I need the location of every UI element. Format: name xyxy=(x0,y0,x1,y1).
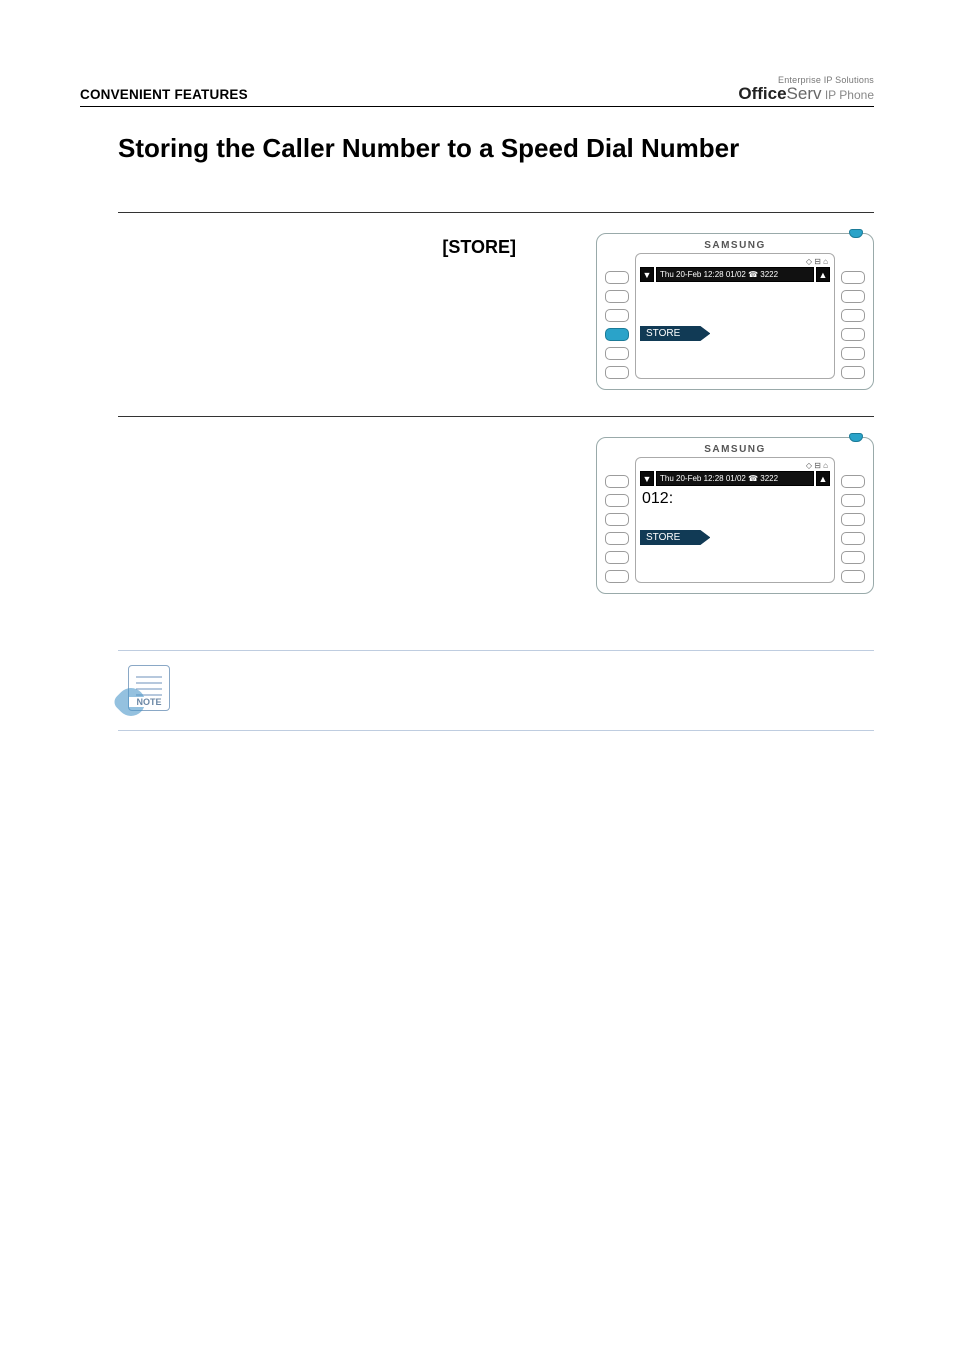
status-icons: ◇ ⊟ ⌂ xyxy=(640,256,830,267)
left-softkeys xyxy=(605,253,629,379)
softkey-r3[interactable] xyxy=(841,513,865,526)
info-bar: ▼ Thu 20-Feb 12:28 01/02 ☎ 3222 ▲ xyxy=(640,267,830,282)
left-softkeys xyxy=(605,457,629,583)
softkey-r3[interactable] xyxy=(841,309,865,322)
page-header: CONVENIENT FEATURES Enterprise IP Soluti… xyxy=(80,76,874,107)
info-bar: ▼ Thu 20-Feb 12:28 01/02 ☎ 3222 ▲ xyxy=(640,471,830,486)
brand-suffix: IP Phone xyxy=(822,88,875,102)
scroll-up-icon[interactable]: ▲ xyxy=(816,267,830,282)
phone-led-icon xyxy=(849,229,863,238)
section-name: CONVENIENT FEATURES xyxy=(80,87,248,102)
brand-block: Enterprise IP Solutions OfficeServ IP Ph… xyxy=(738,76,874,102)
brand-bold: Office xyxy=(738,84,786,103)
scroll-down-icon[interactable]: ▼ xyxy=(640,471,654,486)
softkey-l6[interactable] xyxy=(605,366,629,379)
info-line: Thu 20-Feb 12:28 01/02 ☎ 3222 xyxy=(656,267,814,282)
softkey-l2[interactable] xyxy=(605,290,629,303)
page-title: Storing the Caller Number to a Speed Dia… xyxy=(118,133,874,164)
note-block: NOTE xyxy=(118,650,874,731)
store-softlabel[interactable]: STORE xyxy=(640,326,710,341)
instruction-row: [STORE] SAMSUNG xyxy=(118,212,874,416)
softkey-l3[interactable] xyxy=(605,309,629,322)
brand-main-line: OfficeServ IP Phone xyxy=(738,85,874,102)
step-label: [STORE] xyxy=(118,237,566,258)
info-line: Thu 20-Feb 12:28 01/02 ☎ 3222 xyxy=(656,471,814,486)
screen-line-2: 012: xyxy=(640,489,830,508)
softkey-r1[interactable] xyxy=(841,271,865,284)
screen-line-3 xyxy=(640,304,830,323)
softkey-r2[interactable] xyxy=(841,494,865,507)
screen-line-2 xyxy=(640,285,830,304)
note-label: NOTE xyxy=(129,697,169,707)
phone-brand: SAMSUNG xyxy=(605,444,865,457)
right-softkeys xyxy=(841,457,865,583)
softkey-l4[interactable] xyxy=(605,532,629,545)
softkey-l2[interactable] xyxy=(605,494,629,507)
softkey-l5[interactable] xyxy=(605,347,629,360)
softkey-r4[interactable] xyxy=(841,532,865,545)
softkey-r4[interactable] xyxy=(841,328,865,341)
softkey-r6[interactable] xyxy=(841,366,865,379)
phone-mock: SAMSUNG ◇ ⊟ ⌂ ▼ xyxy=(596,233,874,390)
scroll-up-icon[interactable]: ▲ xyxy=(816,471,830,486)
phone-mock: SAMSUNG ◇ ⊟ ⌂ ▼ xyxy=(596,437,874,594)
softkey-l6[interactable] xyxy=(605,570,629,583)
softkey-l3[interactable] xyxy=(605,513,629,526)
brand-light: Serv xyxy=(787,84,822,103)
softkey-l1[interactable] xyxy=(605,475,629,488)
softkey-l4[interactable] xyxy=(605,328,629,341)
softkey-r2[interactable] xyxy=(841,290,865,303)
screen-line-3 xyxy=(640,508,830,527)
phone-screen: ◇ ⊟ ⌂ ▼ Thu 20-Feb 12:28 01/02 ☎ 3222 ▲ … xyxy=(635,253,835,379)
softkey-r6[interactable] xyxy=(841,570,865,583)
content-area: [STORE] SAMSUNG xyxy=(118,212,874,620)
phone-brand: SAMSUNG xyxy=(605,240,865,253)
softkey-r5[interactable] xyxy=(841,347,865,360)
instruction-row: SAMSUNG ◇ ⊟ ⌂ ▼ xyxy=(118,416,874,620)
softkey-r1[interactable] xyxy=(841,475,865,488)
note-icon: NOTE xyxy=(128,665,170,711)
softkey-l1[interactable] xyxy=(605,271,629,284)
softkey-r5[interactable] xyxy=(841,551,865,564)
scroll-down-icon[interactable]: ▼ xyxy=(640,267,654,282)
status-icons: ◇ ⊟ ⌂ xyxy=(640,460,830,471)
right-softkeys xyxy=(841,253,865,379)
store-softlabel[interactable]: STORE xyxy=(640,530,710,545)
softkey-l5[interactable] xyxy=(605,551,629,564)
phone-screen: ◇ ⊟ ⌂ ▼ Thu 20-Feb 12:28 01/02 ☎ 3222 ▲ … xyxy=(635,457,835,583)
phone-led-icon xyxy=(849,433,863,442)
